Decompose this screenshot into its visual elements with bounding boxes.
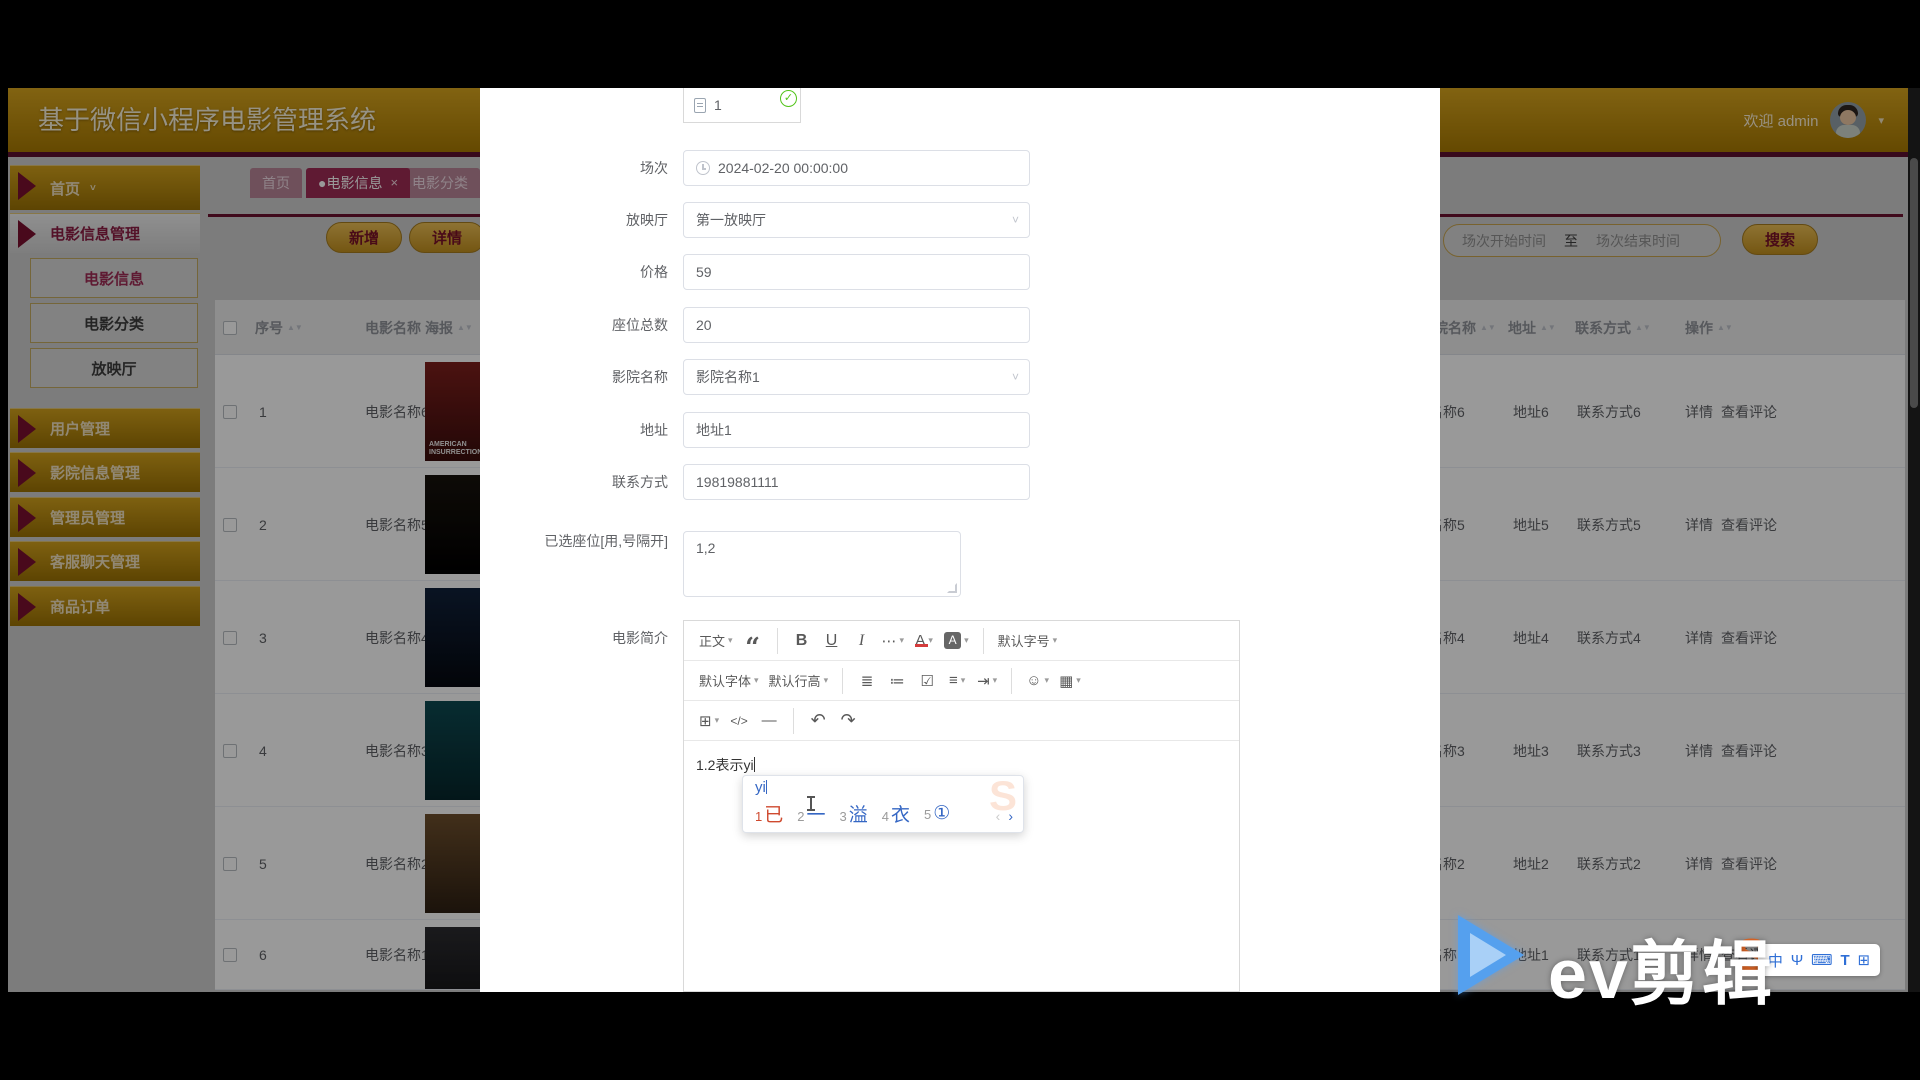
more-styles-dropdown[interactable]: ⋯▾ [877,624,910,658]
ime-next-page-icon[interactable]: › [1008,808,1013,824]
font-size-dropdown[interactable]: 默认字号▾ [993,624,1063,658]
selected-seats-textarea[interactable]: 1,2 [683,531,961,597]
field-label-session: 场次 [480,150,668,186]
upload-success-icon: ✓ [780,90,797,107]
field-label-address: 地址 [480,412,668,448]
bold-button[interactable]: B [787,624,817,658]
todo-list-button[interactable]: ☑ [912,664,942,698]
chevron-down-icon: ˅ [1012,370,1019,384]
font-color-dropdown[interactable]: A▾ [909,624,939,658]
toolbox-icon[interactable]: ⊞ [1857,951,1870,969]
ime-candidates: 1已 2一 3溢 4衣 5① [755,800,950,827]
insert-table-dropdown[interactable]: ⊞▾ [694,704,724,738]
editor-text: 1.2表示yi [696,757,754,773]
ime-candidate-window: S yi 1已 2一 3溢 4衣 5① ‹ › [742,775,1024,833]
ev-play-logo-inner [1470,933,1506,977]
italic-button[interactable]: I [847,624,877,658]
clock-icon [696,161,710,175]
ime-candidate[interactable]: 4衣 [882,800,910,827]
chevron-down-icon: ˅ [1012,213,1019,227]
edit-session-dialog: 1 ✓ 场次 2024-02-20 00:00:00 放映厅 第一放映厅 ˅ 价… [480,88,1440,992]
keyboard-icon[interactable]: ⌨ [1811,951,1833,969]
align-dropdown[interactable]: ≡▾ [942,664,972,698]
mouse-ibeam-cursor [810,796,812,811]
field-label-contact: 联系方式 [480,464,668,500]
underline-button[interactable]: U [817,624,847,658]
ev-watermark-text: ev剪辑 [1548,918,1774,1019]
ime-candidate[interactable]: 1已 [755,800,783,827]
toolbar-separator [1011,668,1012,694]
cinema-select[interactable]: 影院名称1 ˅ [683,359,1030,395]
ime-candidate[interactable]: 3溢 [840,800,868,827]
contact-input[interactable]: 19819881111 [683,464,1030,500]
undo-button[interactable]: ↶ [803,704,833,738]
font-family-dropdown[interactable]: 默认字体▾ [694,664,764,698]
toolbar-separator [793,708,794,734]
editor-toolbar-row3: ⊞▾ </> — ↶ ↷ [684,701,1239,741]
paragraph-style-dropdown[interactable]: 正文▾ [694,624,738,658]
skin-icon[interactable]: T [1841,952,1850,969]
redo-button[interactable]: ↷ [833,704,863,738]
indent-dropdown[interactable]: ⇥▾ [972,664,1002,698]
selected-seats-value: 1,2 [696,540,715,556]
uploaded-file-name: 1 [714,97,722,113]
cinema-value: 影院名称1 [696,367,760,387]
field-label-hall: 放映厅 [480,202,668,238]
document-icon [694,98,706,113]
toolbar-separator [842,668,843,694]
blockquote-button[interactable]: “ [738,624,768,658]
toolbar-separator [777,628,778,654]
field-label-seats: 座位总数 [480,307,668,343]
resize-handle[interactable] [947,583,957,593]
horizontal-rule-button[interactable]: — [754,704,784,738]
field-label-price: 价格 [480,254,668,290]
page-scrollbar[interactable] [1908,88,1920,992]
contact-value: 19819881111 [696,474,779,490]
insert-image-dropdown[interactable]: ▦▾ [1054,664,1086,698]
field-label-cinema: 影院名称 [480,359,668,395]
highlight-color-dropdown[interactable]: A▾ [939,624,974,658]
bullet-list-button[interactable]: ≣ [852,664,882,698]
address-input[interactable]: 地址1 [683,412,1030,448]
toolbar-separator [983,628,984,654]
ime-candidate[interactable]: 5① [924,802,950,825]
address-value: 地址1 [696,420,732,440]
numbered-list-button[interactable]: ≔ [882,664,912,698]
seat-total-input[interactable]: 20 [683,307,1030,343]
seat-total-value: 20 [696,317,712,333]
ime-prev-page-icon[interactable]: ‹ [996,808,1001,824]
code-block-button[interactable]: </> [724,704,754,738]
emoji-dropdown[interactable]: ☺▾ [1021,664,1054,698]
hall-value: 第一放映厅 [696,210,766,230]
session-datetime-input[interactable]: 2024-02-20 00:00:00 [683,150,1030,186]
mic-icon[interactable]: Ψ [1791,952,1804,969]
scrollbar-thumb[interactable] [1910,158,1918,408]
editor-toolbar-row2: 默认字体▾ 默认行高▾ ≣ ≔ ☑ ≡▾ ⇥▾ ☺▾ ▦▾ [684,661,1239,701]
editor-toolbar-row1: 正文▾ “ B U I ⋯▾ A▾ A▾ 默认字号▾ [684,621,1239,661]
field-label-intro: 电影简介 [480,620,668,656]
price-value: 59 [696,264,712,280]
ime-composition: yi [755,779,767,796]
text-caret [754,757,755,772]
session-datetime-value: 2024-02-20 00:00:00 [718,160,848,176]
price-input[interactable]: 59 [683,254,1030,290]
sogou-ime-toolbar[interactable]: 中 Ψ ⌨ T ⊞ [1758,944,1880,976]
screen: 基于微信小程序电影管理系统 欢迎 admin ▾ 首页 ˅ 电影信息管理 电影信… [0,0,1920,1080]
field-label-selected-seats: 已选座位[用,号隔开] [480,531,668,551]
hall-select[interactable]: 第一放映厅 ˅ [683,202,1030,238]
line-height-dropdown[interactable]: 默认行高▾ [764,664,834,698]
